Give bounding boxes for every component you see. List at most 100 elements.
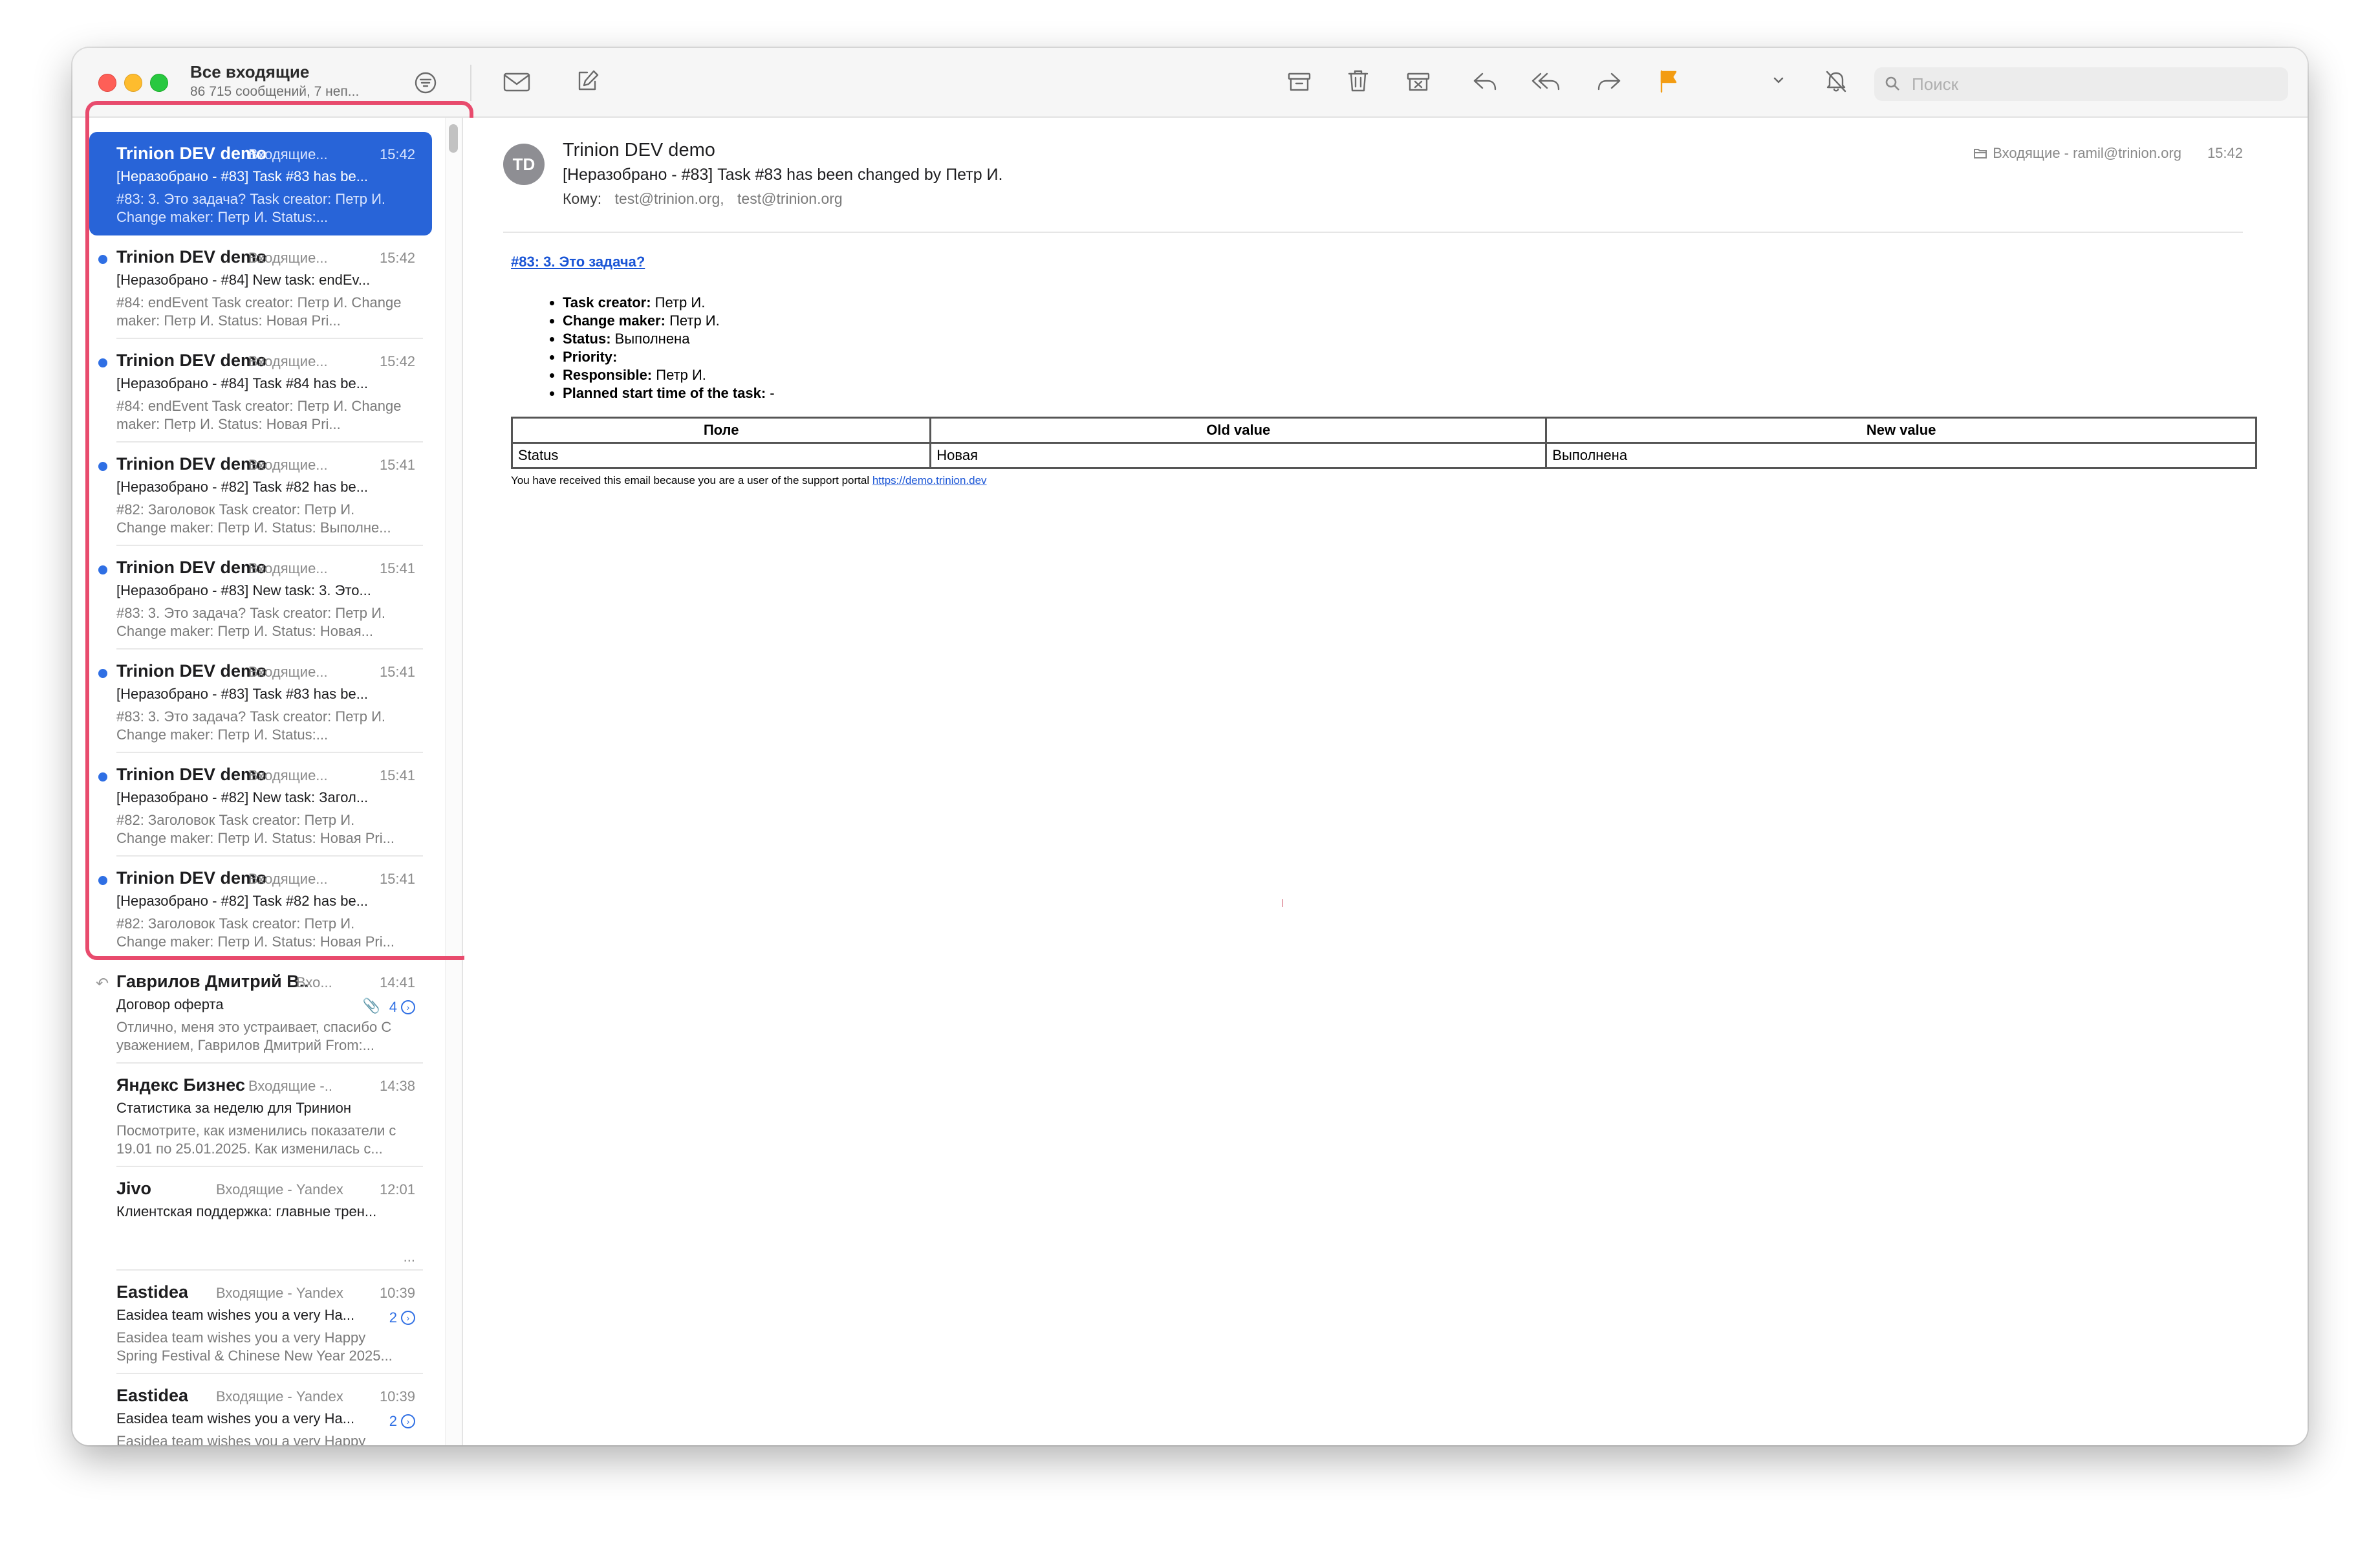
message-time: 15:42 bbox=[379, 146, 415, 162]
field-label: Task creator: bbox=[563, 294, 651, 311]
unread-dot bbox=[98, 565, 107, 574]
sender-name[interactable]: Trinion DEV demo bbox=[563, 140, 715, 161]
reply-all-icon[interactable] bbox=[1530, 69, 1563, 94]
avatar: TD bbox=[503, 144, 545, 185]
portal-link[interactable]: https://demo.trinion.dev bbox=[872, 474, 987, 486]
compose-icon[interactable] bbox=[574, 67, 601, 94]
recipient-address[interactable]: test@trinion.org, bbox=[615, 190, 724, 207]
task-link[interactable]: #83: 3. Это задача? bbox=[511, 254, 645, 270]
thread-count-number: 4 bbox=[389, 999, 397, 1015]
message-preview: #83: 3. Это задача? Task creator: Петр И… bbox=[116, 191, 386, 225]
message-mailbox: Входящие - Yandex bbox=[216, 1285, 343, 1301]
message-list-item[interactable]: Trinion DEV demo Входящие... 15:41 [Неразоб… bbox=[89, 546, 432, 650]
recipient-address[interactable]: test@trinion.org bbox=[737, 190, 843, 207]
message-subject: [Неразобрано - #84] Task #84 has be... bbox=[116, 375, 369, 391]
folder-icon bbox=[1974, 149, 1987, 158]
table-header-cell: Поле bbox=[510, 417, 932, 444]
message-sender: Trinion DEV demo bbox=[116, 454, 267, 474]
message-time: 15:42 bbox=[379, 250, 415, 266]
unread-dot bbox=[98, 669, 107, 678]
thread-count[interactable]: 4 › bbox=[389, 999, 415, 1016]
changes-table: Поле Old value New value Status Новая Выполн… bbox=[510, 417, 2257, 469]
message-mailbox: Входящие... bbox=[248, 767, 328, 783]
message-subject: [Неразобрано - #83] Task #83 has be... bbox=[116, 168, 369, 184]
search-placeholder: Поиск bbox=[1912, 74, 1959, 94]
message-list-item[interactable]: Trinion DEV demo Входящие... 15:41 [Неразоб… bbox=[89, 443, 432, 546]
table-row: Status Новая Выполнена bbox=[510, 442, 2257, 469]
message-sender: Trinion DEV demo bbox=[116, 351, 267, 370]
message-subject: [Неразобрано - #82] Task #82 has be... bbox=[116, 479, 369, 495]
replied-icon: ↶ bbox=[96, 975, 109, 992]
message-list-item[interactable]: Яндекс Бизнес Входящие -... 14:38 Статистик… bbox=[89, 1064, 432, 1167]
forward-icon[interactable] bbox=[1595, 69, 1623, 94]
message-time: 15:41 bbox=[379, 767, 415, 783]
message-time: 15:41 bbox=[379, 560, 415, 576]
message-subject: Easidea team wishes you a very Ha... bbox=[116, 1410, 355, 1426]
message-preview: #82: Заголовок Task creator: Петр И. Cha… bbox=[116, 501, 391, 536]
message-time: 15:42 bbox=[2207, 145, 2243, 161]
message-mailbox: Входящие -... bbox=[248, 1078, 332, 1094]
mailbox-subtitle: 86 715 сообщений, 7 неп... bbox=[190, 84, 360, 99]
task-field: Task creator: Петр И. bbox=[563, 294, 2256, 312]
recipients-line: Кому: test@trinion.org, test@trinion.org bbox=[563, 190, 843, 208]
message-list-item[interactable]: Jivo Входящие - Yandex 12:01 Клиентская под… bbox=[89, 1167, 432, 1271]
mute-icon[interactable] bbox=[1823, 67, 1850, 94]
thread-count[interactable]: 2 › bbox=[389, 1309, 415, 1326]
zoom-button[interactable] bbox=[150, 74, 168, 92]
thread-count[interactable]: 2 › bbox=[389, 1413, 415, 1430]
message-time: 10:39 bbox=[379, 1285, 415, 1301]
message-list-item[interactable]: Trinion DEV demo Входящие... 15:42 [Неразоб… bbox=[89, 235, 432, 339]
message-time: 15:41 bbox=[379, 457, 415, 473]
unread-dot bbox=[98, 255, 107, 264]
table-cell: Новая bbox=[929, 442, 1548, 469]
message-mailbox: Входящие... bbox=[248, 664, 328, 680]
field-label: Responsible: bbox=[563, 367, 653, 383]
reply-icon[interactable] bbox=[1471, 69, 1499, 94]
thread-count-number: 2 bbox=[389, 1309, 397, 1326]
field-label: Planned start time of the task: bbox=[563, 385, 766, 401]
thread-chevron-icon: › bbox=[401, 1414, 415, 1428]
message-list-item[interactable]: Trinion DEV demo Входящие... 15:41 [Неразоб… bbox=[89, 650, 432, 753]
flag-icon[interactable] bbox=[1656, 67, 1682, 94]
thread-chevron-icon: › bbox=[401, 1000, 415, 1014]
message-list-item[interactable]: Eastidea Входящие - Yandex 10:39 Easidea te… bbox=[89, 1374, 432, 1445]
unread-dot bbox=[98, 772, 107, 781]
archive-icon[interactable] bbox=[1286, 69, 1313, 94]
message-preview: #83: 3. Это задача? Task creator: Петр И… bbox=[116, 708, 386, 743]
message-time: 15:42 bbox=[379, 353, 415, 369]
field-value: - bbox=[766, 385, 775, 401]
message-list-item[interactable]: ↶ Гаврилов Дмитрий В... Вхо... 14:41 Договор… bbox=[89, 960, 432, 1064]
message-list-item[interactable]: Trinion DEV demo Входящие... 15:41 [Неразоб… bbox=[89, 857, 432, 960]
field-label: Change maker: bbox=[563, 312, 665, 329]
trash-icon[interactable] bbox=[1345, 67, 1371, 94]
task-field: Priority: bbox=[563, 348, 2256, 366]
message-list-scrollbar[interactable] bbox=[449, 124, 458, 153]
message-subject: [Неразобрано - #83] Task #83 has be... bbox=[116, 686, 369, 702]
message-subject: Статистика за неделю для Тринион bbox=[116, 1100, 352, 1116]
filter-icon[interactable] bbox=[413, 70, 438, 96]
field-label: Status: bbox=[563, 331, 611, 347]
message-list-item[interactable]: Eastidea Входящие - Yandex 10:39 Easidea te… bbox=[89, 1271, 432, 1374]
close-button[interactable] bbox=[98, 74, 116, 92]
message-list-item[interactable]: Trinion DEV demo Входящие... 15:42 [Неразоб… bbox=[89, 339, 432, 443]
message-mailbox: Входящие... bbox=[248, 250, 328, 266]
message-list: Trinion DEV demo Входящие... 15:42 [Неразоб… bbox=[72, 118, 463, 1445]
header-divider bbox=[503, 232, 2243, 233]
message-list-item[interactable]: Trinion DEV demo Входящие... 15:42 [Неразоб… bbox=[89, 132, 432, 235]
search-field[interactable]: Поиск bbox=[1874, 67, 2288, 101]
envelope-icon[interactable] bbox=[502, 69, 532, 94]
message-list-item[interactable]: Trinion DEV demo Входящие... 15:41 [Неразоб… bbox=[89, 753, 432, 857]
more-ellipsis: ... bbox=[403, 1249, 415, 1265]
junk-icon[interactable] bbox=[1405, 69, 1432, 94]
message-sender: Trinion DEV demo bbox=[116, 661, 267, 681]
flag-menu-chevron-icon[interactable] bbox=[1772, 74, 1785, 87]
minimize-button[interactable] bbox=[124, 74, 142, 92]
message-subject: [Неразобрано - #82] New task: Загол... bbox=[116, 789, 369, 805]
field-value: Петр И. bbox=[652, 367, 706, 383]
task-field: Responsible: Петр И. bbox=[563, 366, 2256, 384]
message-preview bbox=[116, 1225, 407, 1262]
unread-dot bbox=[98, 358, 107, 367]
message-sender: Гаврилов Дмитрий В... bbox=[116, 972, 310, 991]
message-sender: Trinion DEV demo bbox=[116, 144, 267, 163]
message-time: 14:41 bbox=[379, 974, 415, 990]
